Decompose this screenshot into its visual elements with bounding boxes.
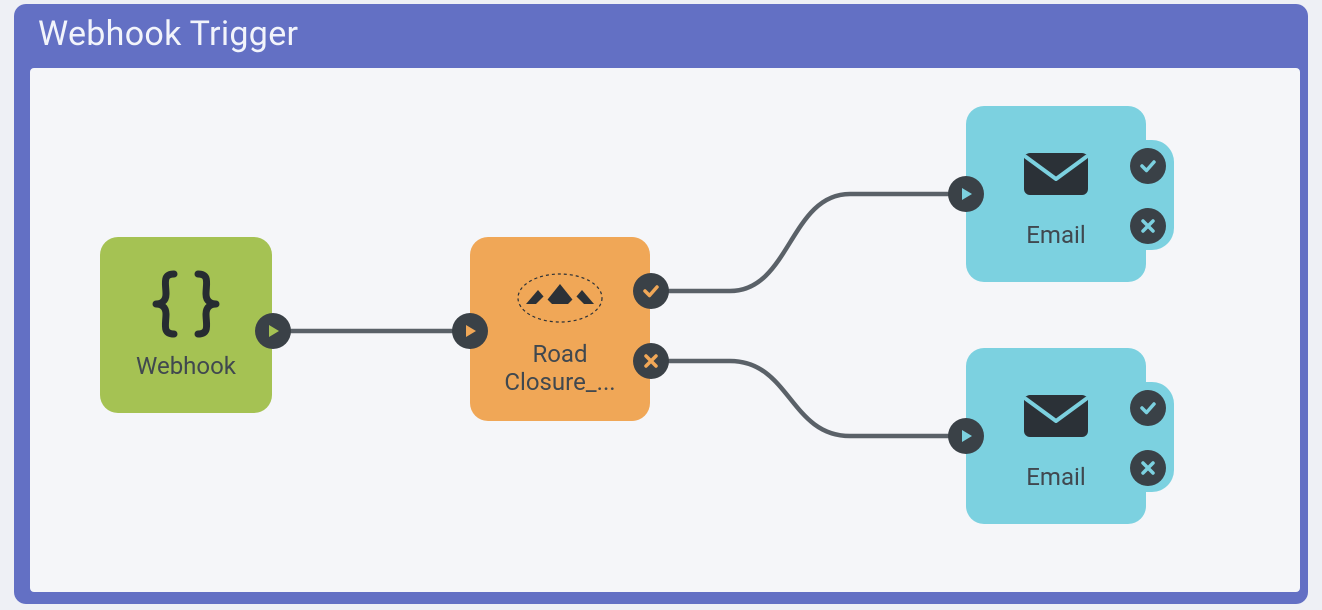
braces-icon — [148, 261, 224, 347]
workflow-canvas[interactable]: Webhook Road Closure_... — [26, 64, 1304, 596]
workflow-container: Webhook Trigger — [14, 4, 1308, 604]
fme-logo-icon — [514, 261, 606, 335]
port-output-fail[interactable] — [633, 343, 669, 379]
node-label: Road Closure_... — [485, 341, 635, 396]
port-output-success[interactable] — [633, 273, 669, 309]
node-webhook[interactable]: Webhook — [100, 237, 272, 413]
node-label: Webhook — [136, 353, 236, 381]
node-road-closure[interactable]: Road Closure_... — [470, 237, 650, 421]
port-input-play[interactable] — [948, 418, 984, 454]
port-output-success[interactable] — [1130, 148, 1166, 184]
envelope-icon — [1020, 376, 1092, 454]
port-output-success[interactable] — [1130, 390, 1166, 426]
node-label: Email — [1026, 464, 1085, 492]
envelope-icon — [1020, 134, 1092, 212]
container-title: Webhook Trigger — [38, 14, 298, 54]
connection-wire[interactable] — [669, 361, 950, 436]
port-output-play[interactable] — [255, 313, 291, 349]
port-input-play[interactable] — [452, 313, 488, 349]
node-label: Email — [1026, 222, 1085, 250]
port-input-play[interactable] — [948, 176, 984, 212]
node-email-2[interactable]: Email — [966, 348, 1146, 524]
connection-wire[interactable] — [669, 194, 950, 291]
port-output-fail[interactable] — [1130, 450, 1166, 486]
port-output-fail[interactable] — [1130, 208, 1166, 244]
node-email-1[interactable]: Email — [966, 106, 1146, 282]
